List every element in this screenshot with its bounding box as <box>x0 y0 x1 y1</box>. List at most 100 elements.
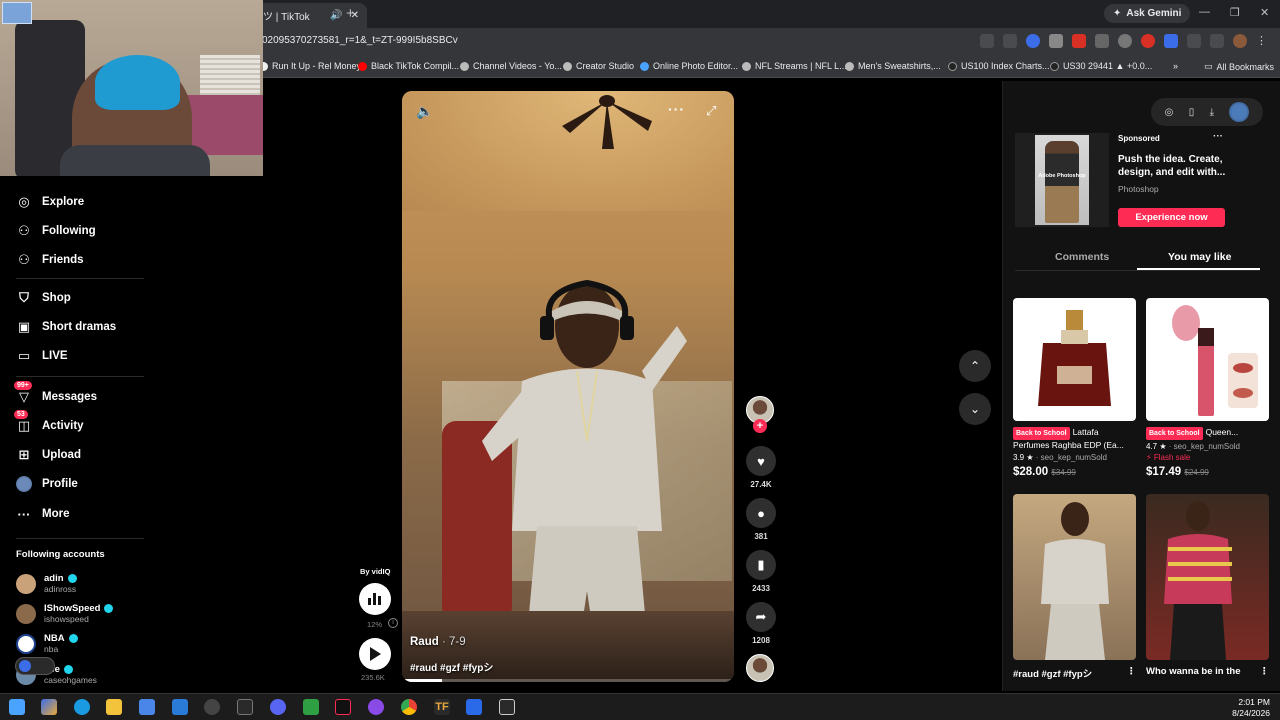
next-video-button[interactable]: ⌄ <box>959 393 991 425</box>
account-item[interactable]: NBA nba <box>16 633 78 654</box>
more-bookmarks-icon[interactable]: » <box>1173 61 1178 71</box>
heart-icon[interactable]: ♥ <box>746 446 776 476</box>
bookmark-item[interactable]: Online Photo Editor... <box>640 61 738 71</box>
tab-you-may-like[interactable]: You may like <box>1168 251 1231 263</box>
product-card[interactable]: Back to School Lattafa Perfumes Raghba ED… <box>1013 298 1136 478</box>
bookmark-star-icon[interactable] <box>1003 34 1017 48</box>
discord-icon[interactable] <box>270 699 286 715</box>
mail-icon[interactable] <box>172 699 188 715</box>
bookmark-item[interactable]: US30 29441 ▲ +0.0... <box>1050 61 1152 71</box>
sidebar-item-live[interactable]: ▭ LIVE <box>16 348 68 364</box>
bookmark-icon[interactable]: ▮ <box>746 550 776 580</box>
product-card[interactable]: Back to School Queen... 4.7 ★ · seo_kep_n… <box>1146 298 1269 478</box>
sidebar-item-messages[interactable]: ▽ 99+ Messages <box>14 381 97 405</box>
video-hashtags[interactable]: #raud #gzf #fypシ <box>410 659 493 674</box>
comment-icon[interactable]: ● <box>746 498 776 528</box>
sound-avatar[interactable] <box>746 654 774 682</box>
video-card[interactable]: Who wanna be in the ⋮ <box>1146 494 1269 677</box>
volume-icon[interactable]: 🔈 <box>416 103 433 120</box>
share-action[interactable]: ➦ 1208 <box>745 602 777 645</box>
app-icon[interactable]: TF <box>434 699 450 715</box>
all-bookmarks[interactable]: ▭ All Bookmarks <box>1204 61 1274 72</box>
ad-text[interactable]: Push the idea. Create, design, and edit … <box>1118 153 1228 179</box>
sidebar-item-upload[interactable]: ⊞ Upload <box>16 447 81 463</box>
account-item[interactable]: IShowSpeed ishowspeed <box>16 603 114 624</box>
bookmark-item[interactable]: Run It Up - Rel Money <box>259 61 361 71</box>
app-icon[interactable] <box>303 699 319 715</box>
video-progress-bar[interactable] <box>402 679 734 682</box>
extension-icon[interactable] <box>1049 34 1063 48</box>
info-icon[interactable]: i <box>388 618 398 628</box>
sidebar-item-more[interactable]: ··· More <box>16 506 70 522</box>
extension-icon[interactable] <box>1072 34 1086 48</box>
reading-list-icon[interactable] <box>1210 34 1224 48</box>
follow-plus-icon[interactable]: + <box>753 419 767 433</box>
bookmark-item[interactable]: Channel Videos - Yo... <box>460 61 562 71</box>
extension-icon[interactable] <box>1164 34 1178 48</box>
tab-comments[interactable]: Comments <box>1055 251 1109 263</box>
extension-icon[interactable] <box>1141 34 1155 48</box>
ask-gemini-button[interactable]: ✦ Ask Gemini <box>1104 4 1191 23</box>
play-button[interactable] <box>359 638 391 670</box>
extension-icon[interactable] <box>1026 34 1040 48</box>
fullscreen-icon[interactable]: ⤢ <box>706 103 716 119</box>
menu-icon[interactable]: ⋮ <box>1256 34 1270 48</box>
sidebar-item-following[interactable]: ⚇ Following <box>16 223 95 239</box>
extension-icon[interactable] <box>1095 34 1109 48</box>
share-icon[interactable]: ➦ <box>746 602 776 632</box>
bookmark-item[interactable]: NFL Streams | NFL L... <box>742 61 847 71</box>
edge-icon[interactable] <box>74 699 90 715</box>
file-explorer-icon[interactable] <box>106 699 122 715</box>
experience-now-button[interactable]: Experience now <box>1118 208 1225 227</box>
video-card[interactable]: #raud #gzf #fypシ ⋮ <box>1013 494 1136 680</box>
url-field[interactable]: 02095370273581_r=1&_t=ZT-999I5b8SBCv <box>262 35 458 46</box>
store-icon[interactable] <box>139 699 155 715</box>
avatar[interactable] <box>1229 102 1250 122</box>
minimize-icon[interactable]: — <box>1199 6 1210 18</box>
like-action[interactable]: ♥ 27.4K <box>745 446 777 489</box>
copilot-icon[interactable] <box>41 699 57 715</box>
ad-image[interactable]: Adobe Photoshop <box>1015 133 1109 227</box>
video-author[interactable]: Raud · 7-9 <box>410 636 466 648</box>
windows-start-icon[interactable] <box>9 699 25 715</box>
sidebar-item-explore[interactable]: ◎ Explore <box>16 194 84 210</box>
sidebar-item-activity[interactable]: ◫ 53 Activity <box>14 410 84 434</box>
video-more-icon[interactable]: ··· <box>668 101 685 117</box>
video-card-more-icon[interactable]: ⋮ <box>1260 666 1270 677</box>
restore-icon[interactable]: ❐ <box>1230 6 1240 19</box>
puzzle-icon[interactable] <box>1187 34 1201 48</box>
epic-games-icon[interactable] <box>237 699 253 715</box>
video-card-more-icon[interactable]: ⋮ <box>1127 666 1137 680</box>
account-item[interactable]: adin adinross <box>16 573 77 594</box>
avatar[interactable] <box>1233 34 1247 48</box>
new-tab-button[interactable]: + <box>346 5 355 22</box>
ad-more-icon[interactable]: ··· <box>1213 131 1223 142</box>
bookmark-item[interactable]: Men's Sweatshirts,... <box>845 61 941 71</box>
cast-icon[interactable] <box>980 34 994 48</box>
sidebar-item-shop[interactable]: ⛉ Shop <box>16 290 71 306</box>
download-icon[interactable]: ⤓ <box>1210 107 1214 118</box>
bookmark-item[interactable]: Creator Studio <box>563 61 634 71</box>
vidiq-stats-button[interactable] <box>359 583 391 615</box>
save-action[interactable]: ▮ 2433 <box>745 550 777 593</box>
comment-action[interactable]: ● 381 <box>745 498 777 541</box>
app-icon[interactable] <box>466 699 482 715</box>
chrome-icon[interactable] <box>401 699 417 715</box>
sidebar-item-profile[interactable]: Profile <box>16 476 78 492</box>
app-icon[interactable] <box>499 699 515 715</box>
close-window-icon[interactable]: ✕ <box>1260 6 1269 19</box>
tiktok-icon[interactable] <box>335 699 351 715</box>
app-icon[interactable] <box>368 699 384 715</box>
speaker-icon[interactable]: 🔊 <box>330 10 342 21</box>
system-clock[interactable]: 2:01 PM 8/24/2026 <box>1232 697 1270 719</box>
video-player[interactable]: 🔈 ··· ⤢ Raud · 7-9 #raud #gzf #fypシ <box>402 91 734 682</box>
extension-icon[interactable] <box>1118 34 1132 48</box>
bookmark-item[interactable]: Black TikTok Compil... <box>358 61 459 71</box>
sidebar-item-short-dramas[interactable]: ▣ Short dramas <box>16 319 116 335</box>
sidebar-item-friends[interactable]: ⚇ Friends <box>16 252 83 268</box>
bookmark-item[interactable]: US100 Index Charts... <box>948 61 1050 71</box>
floating-widget[interactable] <box>15 657 55 675</box>
previous-video-button[interactable]: ⌃ <box>959 350 991 382</box>
compass-icon[interactable]: ◎ <box>1165 107 1174 118</box>
steam-icon[interactable] <box>204 699 220 715</box>
